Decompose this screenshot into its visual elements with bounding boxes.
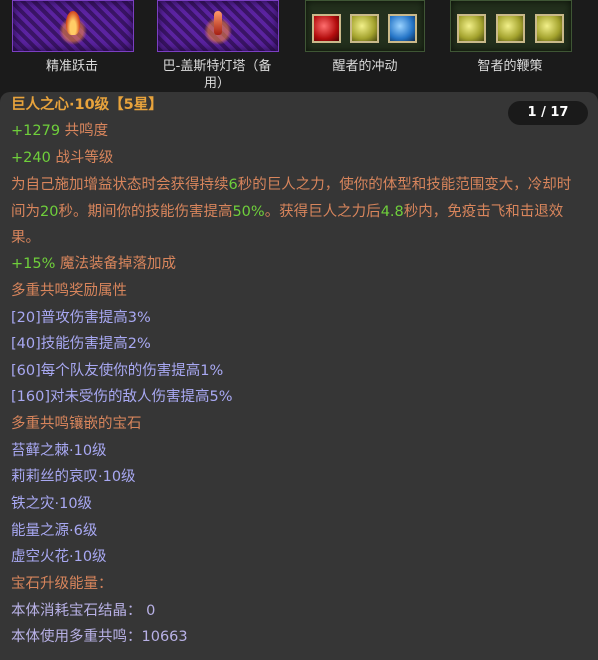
- gem-line: 莉莉丝的哀叹·10级: [11, 469, 136, 485]
- stat-label: 共鸣度: [64, 123, 109, 139]
- item-description: 为自己施加增益状态时会获得持续6秒的巨人之力，使你的体型和技能范围变大，冷却时间…: [11, 177, 572, 247]
- skill-icon-precise-leap[interactable]: [12, 0, 134, 52]
- page-indicator: 1 / 17: [508, 101, 588, 125]
- skill-label: 巴-盖斯特灯塔（备用）: [162, 59, 272, 91]
- bonus-line: [40]技能伤害提高2%: [11, 336, 151, 352]
- gems-header: 多重共鸣镶嵌的宝石: [11, 416, 142, 432]
- stat-resonance: +1279 共鸣度: [11, 118, 108, 145]
- stat-value: +1279: [11, 123, 61, 139]
- consume-line: 本体消耗宝石结晶： 0: [11, 603, 156, 619]
- skill-label: 醒者的冲动: [332, 59, 398, 74]
- gem-line: 铁之灾·10级: [11, 496, 93, 512]
- yellow-gem-icon: [496, 14, 525, 43]
- skill-icon-beacon[interactable]: [157, 0, 279, 52]
- stat-combat-level: +240 战斗等级: [11, 145, 113, 172]
- yellow-gem-icon: [535, 14, 564, 43]
- flame-icon: [66, 11, 80, 35]
- stat-label: 魔法装备掉落加成: [60, 256, 176, 272]
- bonus-line: [160]对未受伤的敌人伤害提高5%: [11, 389, 233, 405]
- bonus-line: [20]普攻伤害提高3%: [11, 310, 151, 326]
- stat-label: 战斗等级: [55, 150, 114, 166]
- gem-line: 虚空火花·10级: [11, 549, 107, 565]
- stat-magic-find: +15% 魔法装备掉落加成: [11, 251, 176, 278]
- stat-value: +15%: [11, 256, 56, 272]
- flame-icon: [214, 11, 222, 35]
- item-title: 巨人之心·10级【5星】: [11, 97, 163, 113]
- use-multi-line: 本体使用多重共鸣：10663: [11, 629, 188, 645]
- yellow-gem-icon: [457, 14, 486, 43]
- upgrade-header: 宝石升级能量：: [11, 576, 113, 592]
- blue-gem-icon: [388, 14, 417, 43]
- bonus-header: 多重共鸣奖励属性: [11, 283, 127, 299]
- skill-icon-sage[interactable]: [450, 0, 572, 52]
- stat-value: +240: [11, 150, 51, 166]
- gem-line: 苔藓之棘·10级: [11, 443, 107, 459]
- yellow-gem-icon: [350, 14, 379, 43]
- skill-label: 精准跃击: [45, 59, 98, 74]
- gem-line: 能量之源·6级: [11, 523, 98, 539]
- skill-label: 智者的鞭策: [477, 59, 543, 74]
- red-gem-icon: [312, 14, 341, 43]
- skill-strip: 精准跃击 巴-盖斯特灯塔（备用） 醒者的冲动 智者的鞭策: [0, 0, 598, 94]
- skill-icon-awakener[interactable]: [305, 0, 425, 52]
- bonus-line: [60]每个队友使你的伤害提高1%: [11, 363, 224, 379]
